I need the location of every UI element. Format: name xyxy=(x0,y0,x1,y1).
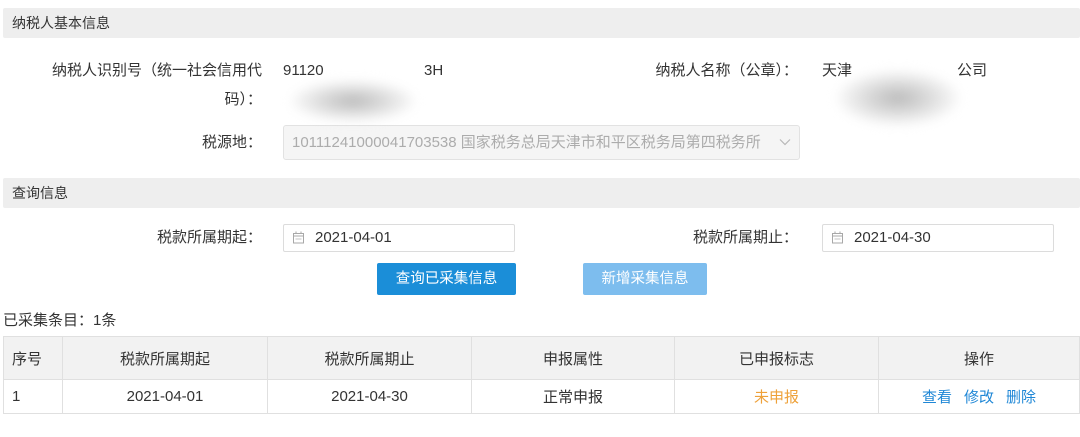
section-header-query-info: 查询信息 xyxy=(3,178,1080,208)
section-title-query-info: 查询信息 xyxy=(12,185,68,201)
tax-source-label-text: 税源地： xyxy=(201,134,262,151)
cell-period-end: 2021-04-30 xyxy=(267,379,472,414)
taxpayer-id-label: 纳税人识别号（统一社会信用代 码）： xyxy=(0,56,262,114)
period-end-label-text: 税款所属期止： xyxy=(692,229,798,246)
column-header-period-end: 税款所属期止 xyxy=(267,336,472,380)
tax-source-select[interactable]: 10111241000041703538 国家税务总局天津市和平区税务局第四税务… xyxy=(283,125,800,160)
column-header-declared-status: 已申报标志 xyxy=(674,336,879,380)
period-start-label: 税款所属期起： xyxy=(0,224,262,252)
tax-source-label: 税源地： xyxy=(0,128,262,157)
period-start-value: 2021-04-01 xyxy=(315,229,392,246)
collected-count-unit: 条 xyxy=(101,312,117,329)
column-header-period-start: 税款所属期起 xyxy=(62,336,268,380)
delete-link[interactable]: 删除 xyxy=(1006,389,1036,406)
taxpayer-id-value-suffix: 3H xyxy=(424,62,444,79)
edit-link[interactable]: 修改 xyxy=(964,389,994,406)
period-end-value: 2021-04-30 xyxy=(854,229,931,246)
tax-source-value: 10111241000041703538 国家税务总局天津市和平区税务局第四税务… xyxy=(292,134,761,151)
add-collection-button[interactable]: 新增采集信息 xyxy=(583,263,707,295)
taxpayer-name-label: 纳税人名称（公章）： xyxy=(540,56,798,85)
view-link[interactable]: 查看 xyxy=(922,389,952,406)
cell-declared-status: 未申报 xyxy=(674,379,879,414)
query-collected-button[interactable]: 查询已采集信息 xyxy=(377,263,516,295)
collected-count-label: 已采集条目： xyxy=(3,312,94,329)
calendar-icon[interactable] xyxy=(292,231,305,244)
cell-actions: 查看 修改 删除 xyxy=(878,379,1080,414)
taxpayer-id-label-line2: 码）： xyxy=(224,91,262,108)
column-header-declare-attr: 申报属性 xyxy=(471,336,675,380)
collected-count: 已采集条目：1条 xyxy=(3,311,116,331)
table-header-row: 序号 税款所属期起 税款所属期止 申报属性 已申报标志 操作 xyxy=(3,336,1080,380)
page: 纳税人基本信息 纳税人识别号（统一社会信用代 码）： 91120 3H 纳税人名… xyxy=(0,0,1080,437)
column-header-actions: 操作 xyxy=(878,336,1080,380)
redaction-blur xyxy=(836,70,960,126)
period-end-label: 税款所属期止： xyxy=(540,224,798,252)
taxpayer-name-value-prefix: 天津 xyxy=(822,62,853,79)
taxpayer-id-value-prefix: 91120 xyxy=(283,62,324,79)
chevron-down-icon[interactable] xyxy=(779,138,791,146)
cell-declare-attr: 正常申报 xyxy=(471,379,675,414)
taxpayer-name-label-text: 纳税人名称（公章）： xyxy=(655,62,798,79)
taxpayer-id-label-line1: 纳税人识别号（统一社会信用代 xyxy=(51,62,262,79)
period-start-input[interactable]: 2021-04-01 xyxy=(283,224,515,252)
period-start-label-text: 税款所属期起： xyxy=(156,229,262,246)
section-header-basic-info: 纳税人基本信息 xyxy=(3,8,1080,38)
table-row: 1 2021-04-01 2021-04-30 正常申报 未申报 查看 修改 删除 xyxy=(3,379,1080,414)
redaction-blur xyxy=(290,80,416,122)
section-title-basic-info: 纳税人基本信息 xyxy=(12,15,110,31)
collected-records-table: 序号 税款所属期起 税款所属期止 申报属性 已申报标志 操作 1 2021-04… xyxy=(3,336,1080,414)
cell-period-start: 2021-04-01 xyxy=(62,379,268,414)
period-end-input[interactable]: 2021-04-30 xyxy=(822,224,1054,252)
calendar-icon[interactable] xyxy=(831,231,844,244)
column-header-index: 序号 xyxy=(3,336,63,380)
taxpayer-name-value-suffix: 公司 xyxy=(957,62,988,79)
cell-index: 1 xyxy=(3,379,63,414)
